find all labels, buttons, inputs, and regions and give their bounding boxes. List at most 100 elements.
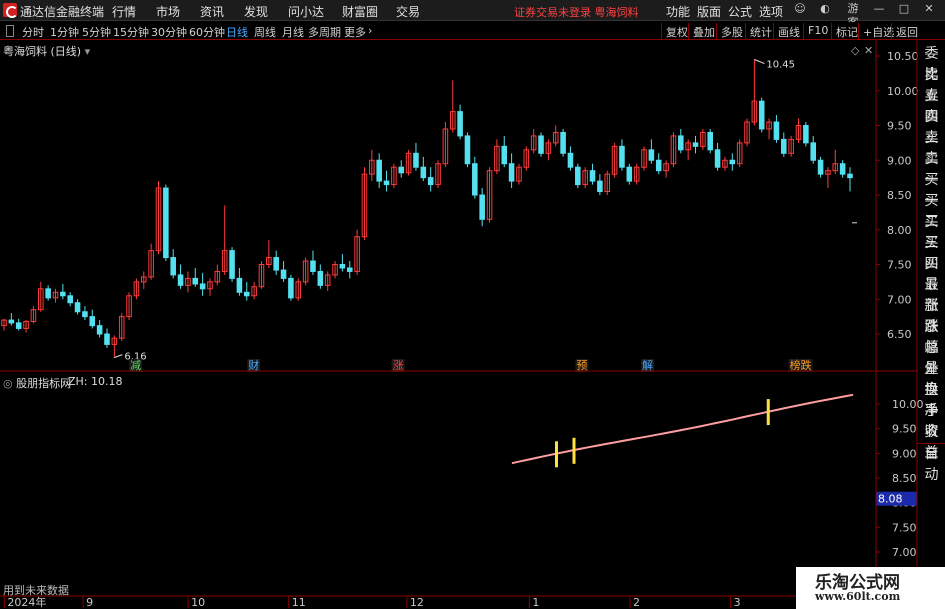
- period-weekly[interactable]: 周线: [254, 24, 276, 40]
- menu-formula[interactable]: 公式: [728, 3, 752, 20]
- button-back[interactable]: 返回: [891, 23, 922, 39]
- period-intraday[interactable]: 分时: [22, 24, 44, 40]
- watermark-url: www.60lt.com: [815, 590, 901, 603]
- diamond-icon[interactable]: ◇: [851, 44, 859, 57]
- candle-body: [847, 173, 853, 179]
- menu-news[interactable]: 资讯: [200, 3, 224, 20]
- candle-body: [648, 149, 655, 161]
- candle-body: [457, 111, 463, 137]
- candle-body: [575, 166, 581, 186]
- candle-body: [317, 270, 324, 286]
- guest-button[interactable]: 游客: [843, 2, 863, 29]
- indicator-name: 股朋指标网: [16, 377, 72, 390]
- chart-title: 粤海饲料 (日线) ▾: [3, 43, 90, 59]
- button-overlay[interactable]: 叠加: [688, 23, 719, 39]
- menu-wealth-circle[interactable]: 财富圈: [342, 3, 378, 20]
- candle-body: [383, 180, 390, 186]
- candle-body: [567, 152, 574, 168]
- event-marker: 减: [130, 359, 141, 372]
- period-5min[interactable]: 5分钟: [82, 24, 111, 40]
- candle-body: [82, 311, 88, 318]
- menu-ask[interactable]: 问小达: [288, 3, 324, 20]
- candle-body: [758, 100, 765, 130]
- indicator-tick-label: 9.50: [892, 423, 917, 436]
- candle-body: [692, 142, 699, 147]
- candle-body: [413, 152, 419, 168]
- login-status: 证券交易未登录 粤海饲料: [514, 6, 639, 19]
- candle-body: [192, 277, 199, 285]
- price-tick-label: 6.50: [887, 328, 912, 341]
- candle-body: [376, 159, 382, 182]
- menu-function[interactable]: 功能: [666, 3, 690, 20]
- event-marker: 解: [642, 358, 653, 372]
- gear-icon[interactable]: ◎: [3, 377, 13, 390]
- period-1min[interactable]: 1分钟: [50, 24, 79, 40]
- app-title: 通达信金融终端: [20, 5, 105, 19]
- x-axis: 2024年 9 10 11 12 1 2 3: [3, 595, 741, 609]
- x-tick-label: 10: [191, 596, 205, 609]
- price-tick-label: 7.00: [887, 293, 912, 306]
- candle-body: [714, 149, 721, 168]
- candle-body: [655, 159, 662, 172]
- menu-quotes[interactable]: 行情: [112, 3, 136, 20]
- high-label-pointer: [754, 59, 765, 64]
- indicator-layer: [511, 393, 854, 468]
- candle-body: [170, 257, 176, 276]
- indicator-line: [511, 393, 854, 465]
- candle-body: [288, 277, 294, 299]
- price-tick-label: 9.00: [887, 154, 912, 167]
- candle-body: [199, 283, 206, 290]
- layout-toggle-icon[interactable]: [6, 25, 14, 37]
- app-logo-icon: [3, 3, 18, 18]
- period-15min[interactable]: 15分钟: [113, 24, 149, 40]
- button-draw-line[interactable]: 画线: [773, 23, 804, 39]
- candle-body: [229, 250, 235, 279]
- candle-body: [339, 264, 346, 269]
- button-f10[interactable]: F10: [803, 23, 832, 39]
- chevron-right-icon[interactable]: ›: [368, 24, 372, 37]
- user-icon[interactable]: ☺: [793, 2, 807, 16]
- period-60min[interactable]: 60分钟: [189, 24, 225, 40]
- price-tick-label: 9.50: [887, 120, 912, 133]
- candle-body: [15, 322, 22, 329]
- skin-icon[interactable]: ◐: [818, 2, 832, 16]
- period-multi[interactable]: 多周期: [308, 24, 341, 40]
- candle-body: [104, 333, 110, 345]
- menu-trade[interactable]: 交易: [396, 3, 420, 20]
- menu-discover[interactable]: 发现: [244, 3, 268, 20]
- price-tick-label: 10.00: [887, 85, 919, 98]
- button-statistics[interactable]: 统计: [745, 23, 776, 39]
- period-monthly[interactable]: 月线: [282, 24, 304, 40]
- period-daily[interactable]: 日线: [226, 24, 248, 40]
- candle-body: [472, 163, 478, 196]
- x-tick-label: 3: [734, 596, 741, 609]
- chevron-down-icon[interactable]: ▾: [85, 45, 91, 58]
- candle-body: [280, 269, 287, 279]
- candle-body: [177, 274, 184, 286]
- minimize-icon[interactable]: —: [872, 2, 886, 16]
- button-multi-stock[interactable]: 多股: [716, 23, 747, 39]
- maximize-icon[interactable]: □: [897, 2, 911, 16]
- x-tick-label: 9: [86, 596, 93, 609]
- candles-layer: 10.456.16: [1, 59, 857, 363]
- future-data-warning: 用到未来数据: [3, 584, 69, 597]
- indicator-tick-label: 7.00: [892, 546, 917, 559]
- candle-body: [619, 145, 625, 168]
- high-label: 10.45: [766, 59, 795, 70]
- menu-layout[interactable]: 版面: [697, 3, 721, 20]
- candle-body: [398, 166, 405, 174]
- candle-body: [310, 260, 316, 272]
- sidebar-item-auto[interactable]: 自动: [918, 443, 945, 486]
- event-marker: 财: [248, 358, 259, 372]
- indicator-header: ◎ 股朋指标网: [3, 375, 71, 391]
- period-30min[interactable]: 30分钟: [151, 24, 187, 40]
- menu-options[interactable]: 选项: [759, 3, 783, 20]
- menu-market[interactable]: 市场: [156, 3, 180, 20]
- period-more[interactable]: 更多: [344, 24, 366, 40]
- close-chart-icon[interactable]: ✕: [864, 44, 873, 57]
- chart-area[interactable]: 10.456.16 10.50 10.00 9.50 9.00 8.50 8.00 7.50…: [0, 40, 945, 609]
- close-icon[interactable]: ✕: [922, 2, 936, 16]
- price-axis: 10.50 10.00 9.50 9.00 8.50 8.00 7.50 7.00 6.50: [876, 50, 919, 341]
- event-marker: 榜跌: [790, 358, 812, 372]
- candle-body: [817, 159, 824, 175]
